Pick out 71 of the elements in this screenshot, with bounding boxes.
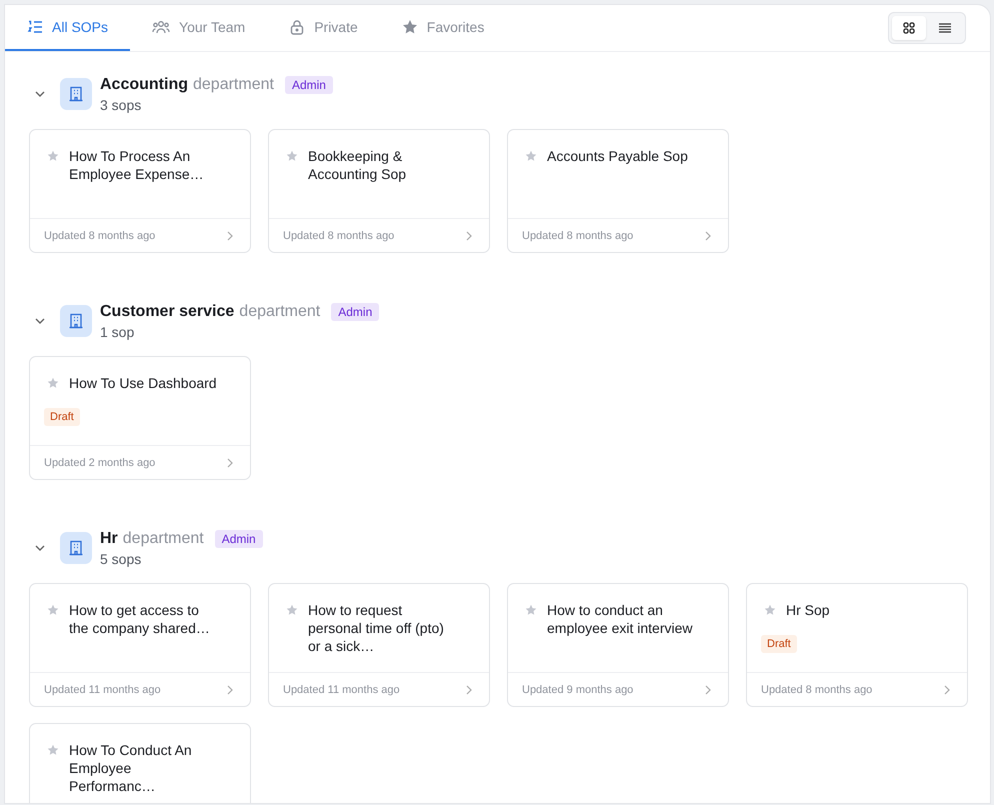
star-icon[interactable] <box>47 744 59 756</box>
sop-card[interactable]: How to conduct an employee exit interview Updated 9 months ago <box>507 583 729 707</box>
sop-title: How to get access to the company shared… <box>69 601 211 637</box>
sop-title: How To Conduct An Employee Performanc… <box>69 741 193 795</box>
grid-view-button[interactable] <box>892 16 926 40</box>
sop-title: How To Process An Employee Expense… <box>69 147 205 183</box>
star-icon <box>402 19 418 35</box>
chevron-right-icon <box>227 230 233 240</box>
people-icon <box>152 19 170 35</box>
updated-time: Updated 8 months ago <box>44 230 156 242</box>
draft-tag: Draft <box>761 635 797 653</box>
sop-card[interactable]: Bookkeeping & Accounting Sop Updated 8 months ago <box>268 129 490 253</box>
sop-card[interactable]: How To Process An Employee Expense… Updated 8 months ago <box>29 129 251 253</box>
chevron-right-icon <box>227 684 233 694</box>
star-icon[interactable] <box>764 604 776 616</box>
department-label: department <box>122 530 204 548</box>
sop-title: How To Use Dashboard <box>69 374 217 392</box>
star-icon[interactable] <box>47 604 59 616</box>
updated-time: Updated 2 months ago <box>44 456 156 468</box>
chevron-icon <box>34 90 46 98</box>
updated-time: Updated 8 months ago <box>522 230 634 242</box>
chevron-right-icon <box>466 230 472 240</box>
building-icon <box>60 305 92 337</box>
updated-time: Updated 11 months ago <box>283 684 400 696</box>
list-icon <box>939 23 951 33</box>
sop-title: Hr Sop <box>786 601 830 619</box>
chevron-icon <box>34 544 46 552</box>
department-name: Hr <box>100 530 118 548</box>
draft-tag: Draft <box>44 408 80 426</box>
role-tag: Admin <box>331 303 380 321</box>
chevron-right-icon <box>705 684 711 694</box>
grid-icon <box>903 22 915 34</box>
chevron-icon <box>34 317 46 325</box>
star-icon[interactable] <box>47 377 59 389</box>
star-icon[interactable] <box>47 150 59 162</box>
sop-count: 1 sop <box>100 324 136 340</box>
star-icon[interactable] <box>525 604 537 616</box>
chevron-right-icon <box>944 684 950 694</box>
updated-time: Updated 8 months ago <box>283 230 394 242</box>
sop-title: How to conduct an employee exit interview <box>547 601 694 637</box>
department-label: department <box>239 303 320 321</box>
sop-title: Bookkeeping & Accounting Sop <box>308 147 408 183</box>
numbered-list-icon <box>27 19 43 35</box>
chevron-right-icon <box>466 684 472 694</box>
chevron-right-icon <box>227 458 233 468</box>
sop-card[interactable]: How to request personal time off (pto) or a sick… Updated 11 months ago <box>268 583 490 707</box>
building-icon <box>60 78 92 110</box>
sop-card[interactable]: Accounts Payable Sop Updated 8 months ago <box>507 129 729 253</box>
star-icon[interactable] <box>286 150 298 162</box>
lock-icon <box>289 19 306 35</box>
sop-title: Accounts Payable Sop <box>547 147 688 165</box>
sop-card[interactable]: How To Conduct An Employee Performanc… <box>29 723 251 803</box>
sop-card[interactable]: How To Use Dashboard Draft Updated 2 months ago <box>29 356 251 480</box>
sop-card[interactable]: Hr Sop Draft Updated 8 months ago <box>746 583 968 707</box>
tab[interactable]: All SOPs <box>5 5 130 51</box>
sop-title: How to request personal time off (pto) or a sick… <box>308 601 445 655</box>
updated-time: Updated 11 months ago <box>44 684 161 696</box>
star-icon[interactable] <box>525 150 537 162</box>
department-label: department <box>193 76 274 94</box>
role-tag: Admin <box>284 76 333 94</box>
chevron-right-icon <box>705 230 711 240</box>
role-tag: Admin <box>214 530 263 548</box>
sop-card[interactable]: How to get access to the company shared… Updated 11 months ago <box>29 583 251 707</box>
star-icon[interactable] <box>286 604 298 616</box>
updated-time: Updated 8 months ago <box>761 684 872 696</box>
department-name: Accounting <box>100 76 188 94</box>
updated-time: Updated 9 months ago <box>522 684 634 696</box>
sop-count: 5 sops <box>100 551 142 567</box>
sop-count: 3 sops <box>100 97 142 113</box>
building-icon <box>60 532 92 564</box>
department-name: Customer service <box>100 303 234 321</box>
